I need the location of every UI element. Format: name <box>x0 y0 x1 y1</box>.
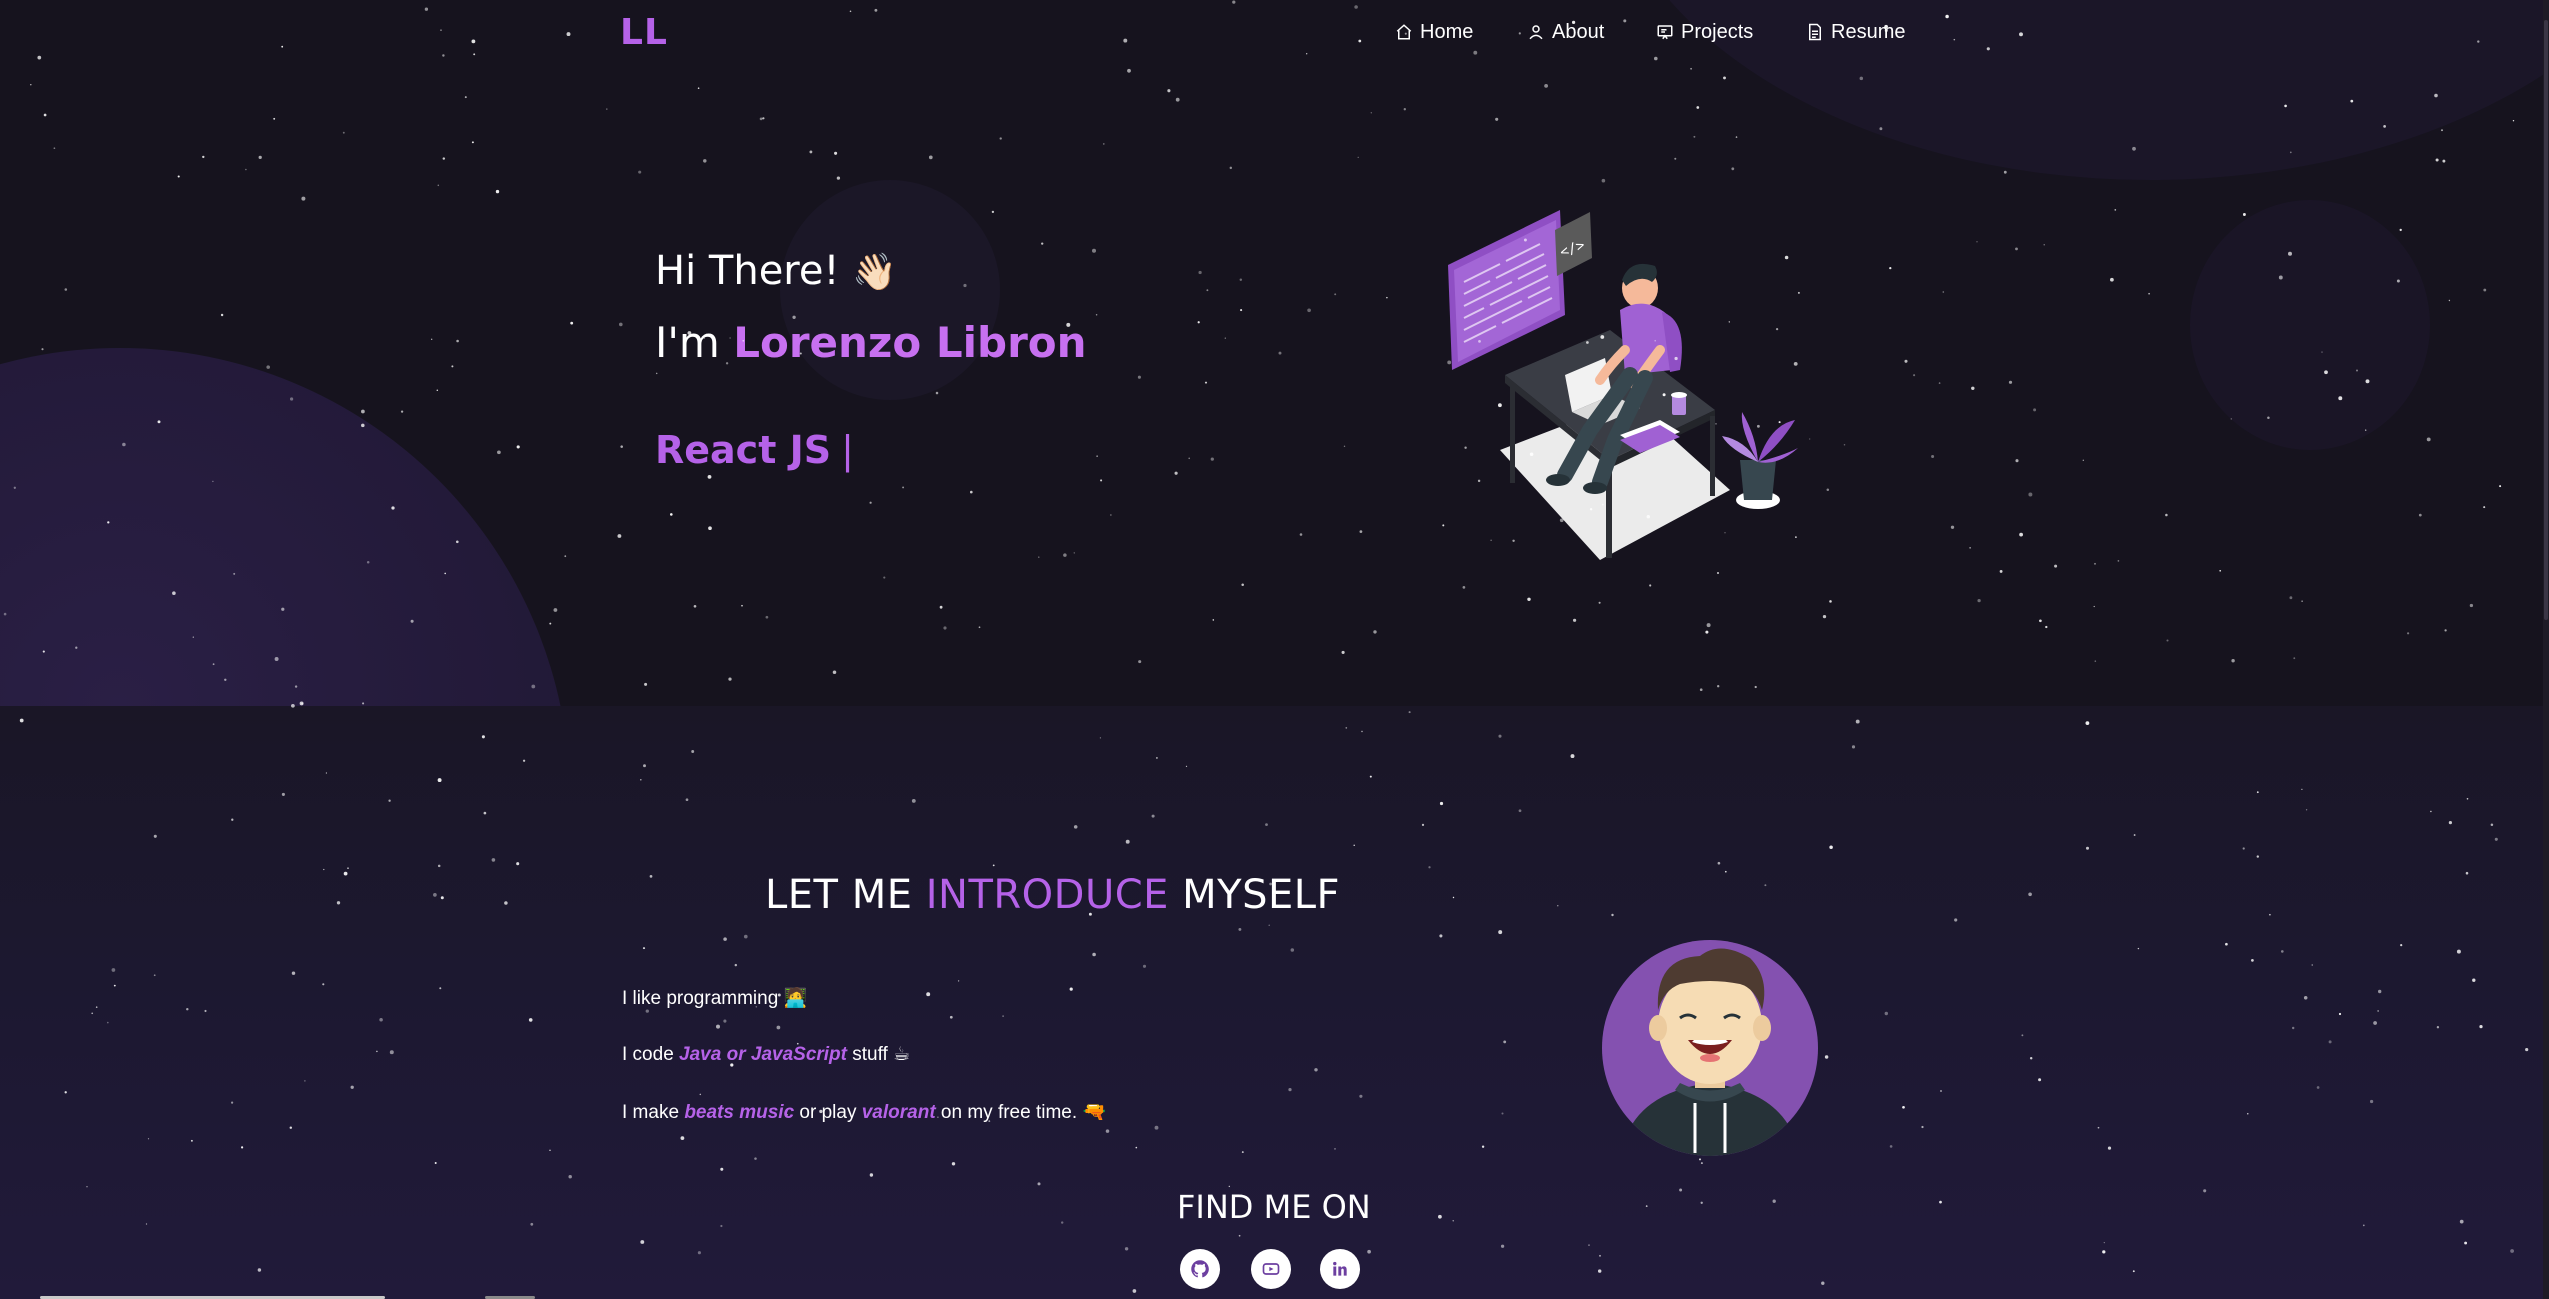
home-icon <box>1396 24 1412 40</box>
github-icon <box>1191 1260 1209 1278</box>
document-icon <box>1809 23 1821 41</box>
about-highlight: beats music <box>684 1102 795 1123</box>
about-title-highlight: INTRODUCE <box>925 872 1169 918</box>
nav-home-label: Home <box>1420 20 1474 43</box>
about-highlight: Java or JavaScript <box>679 1044 847 1065</box>
nav-resume-label: Resume <box>1831 20 1906 43</box>
background-blob <box>0 348 570 706</box>
about-highlight: valorant <box>861 1102 936 1123</box>
linkedin-link[interactable] <box>1320 1249 1360 1289</box>
about-text: I code <box>622 1044 680 1065</box>
hero-greeting: Hi There! 👋🏻 <box>655 248 897 294</box>
coffee-emoji: ☕ <box>893 1044 911 1065</box>
vertical-scrollbar[interactable] <box>2543 0 2549 1299</box>
hero-name-line: I'm Lorenzo Libron <box>655 318 1087 367</box>
developer-illustration: </> <box>1448 210 1798 560</box>
about-line-code: I code Java or JavaScript stuff ☕ <box>622 1043 910 1066</box>
nav-about[interactable]: About <box>1527 18 1604 46</box>
navbar: LL Home About Projects Resume <box>0 0 2549 64</box>
typewriter-text: React JS | <box>655 428 854 472</box>
github-link[interactable] <box>1180 1249 1220 1289</box>
hero-section: Hi There! 👋🏻 I'm Lorenzo Libron React JS… <box>0 0 2549 706</box>
youtube-link[interactable] <box>1251 1249 1291 1289</box>
avatar <box>1602 940 1818 1156</box>
about-title: LET ME INTRODUCE MYSELF <box>765 872 1340 918</box>
about-line-programming: I like programming 🧑‍💻 <box>622 986 807 1010</box>
typed-skill: React JS <box>655 428 832 472</box>
greeting-text: Hi There! <box>655 248 840 294</box>
about-line-hobbies: I make beats music or play valorant on m… <box>622 1100 1106 1124</box>
projects-icon <box>1657 25 1673 40</box>
background-blob <box>2190 200 2430 450</box>
site-logo[interactable]: LL <box>620 12 668 53</box>
youtube-icon <box>1262 1263 1280 1275</box>
nav-about-label: About <box>1552 20 1605 43</box>
name-prefix: I'm <box>655 318 734 367</box>
wave-emoji: 👋🏻 <box>852 252 898 293</box>
nav-home[interactable]: Home <box>1395 18 1473 46</box>
about-text: on my free time. <box>935 1102 1078 1123</box>
hero-name: Lorenzo Libron <box>733 318 1087 367</box>
linkedin-icon <box>1333 1261 1347 1276</box>
about-text: I like programming <box>622 988 779 1009</box>
about-text: or play <box>794 1102 862 1123</box>
user-icon <box>1529 25 1543 40</box>
find-me-title: FIND ME ON <box>1177 1188 1371 1226</box>
about-text: stuff <box>847 1044 888 1065</box>
typing-cursor: | <box>841 428 854 472</box>
about-title-part: MYSELF <box>1168 872 1341 918</box>
scrollbar-thumb[interactable] <box>2544 20 2548 620</box>
about-text: I make <box>622 1102 685 1123</box>
technologist-emoji: 🧑‍💻 <box>783 988 808 1009</box>
about-title-part: LET ME <box>765 872 926 918</box>
nav-resume[interactable]: Resume <box>1806 18 1905 46</box>
nav-projects[interactable]: Projects <box>1656 18 1753 46</box>
water-gun-emoji: 🔫 <box>1082 1102 1107 1123</box>
nav-projects-label: Projects <box>1681 20 1754 43</box>
